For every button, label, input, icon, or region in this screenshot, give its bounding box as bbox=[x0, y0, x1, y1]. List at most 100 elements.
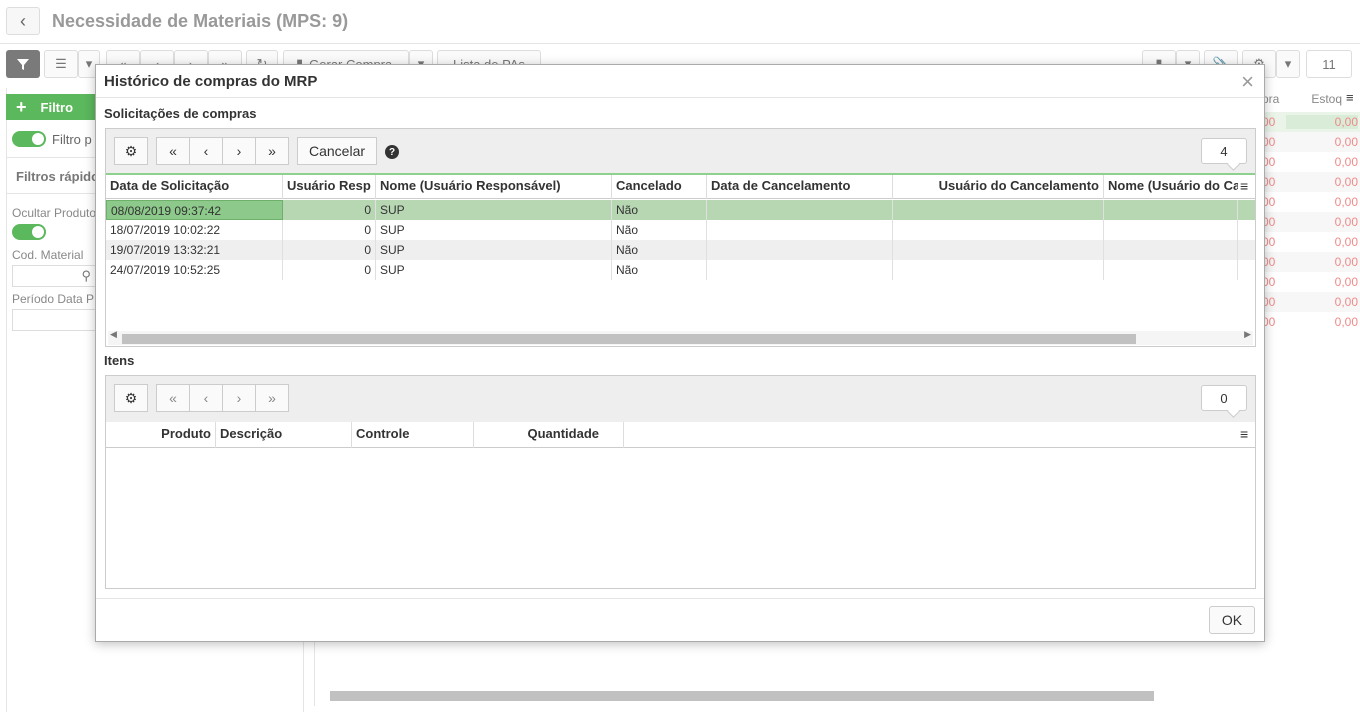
table-cell bbox=[893, 220, 1104, 240]
ok-button[interactable]: OK bbox=[1209, 606, 1255, 634]
col-data-solicitacao[interactable]: Data de Solicitação bbox=[106, 175, 283, 199]
scroll-right-icon[interactable]: ▶ bbox=[1244, 329, 1251, 340]
grid-col-compra: pra bbox=[1262, 92, 1280, 106]
page-title: Necessidade de Materiais (MPS: 9) bbox=[52, 11, 349, 31]
items-last-button[interactable]: » bbox=[255, 384, 289, 412]
table-cell bbox=[1104, 220, 1238, 240]
items-first-button[interactable]: « bbox=[156, 384, 190, 412]
items-prev-button[interactable]: ‹ bbox=[189, 384, 223, 412]
requests-grid-panel: ⚙ « ‹ › » Cancelar ? 4 Data de Solicitaç… bbox=[105, 128, 1256, 347]
items-settings-button[interactable]: ⚙ bbox=[114, 384, 148, 412]
grid-cell: 00 bbox=[1262, 235, 1276, 249]
items-next-button[interactable]: › bbox=[222, 384, 256, 412]
chevron-right-icon: › bbox=[236, 390, 242, 406]
filter-switch[interactable] bbox=[12, 131, 46, 147]
filter-switch-label: Filtro p bbox=[52, 131, 92, 147]
col-produto[interactable]: Produto bbox=[106, 422, 216, 448]
grid-cell: 00 bbox=[1262, 315, 1276, 329]
items-count: 0 bbox=[1220, 390, 1228, 406]
cod-material-input[interactable]: ⚲ bbox=[12, 265, 96, 287]
periodo-input[interactable] bbox=[12, 309, 96, 331]
col-quantidade[interactable]: Quantidade bbox=[474, 422, 624, 448]
settings-dropdown[interactable]: ▾ bbox=[1276, 50, 1300, 78]
hide-products-toggle[interactable] bbox=[12, 224, 46, 240]
table-cell bbox=[707, 220, 893, 240]
table-row[interactable]: 08/08/2019 09:37:42 0 SUP Não bbox=[106, 200, 1255, 220]
plus-icon: + bbox=[16, 96, 27, 117]
grid-cell: 00 bbox=[1262, 155, 1276, 169]
requests-first-button[interactable]: « bbox=[156, 137, 190, 165]
table-cell: 08/08/2019 09:37:42 bbox=[106, 200, 283, 220]
col-cancelado[interactable]: Cancelado bbox=[612, 175, 707, 199]
requests-settings-button[interactable]: ⚙ bbox=[114, 137, 148, 165]
table-cell bbox=[1104, 260, 1238, 280]
grid-cell: 0,00 bbox=[1334, 235, 1358, 249]
help-icon[interactable]: ? bbox=[385, 145, 399, 159]
table-cell: Não bbox=[612, 200, 707, 220]
table-cell: Não bbox=[612, 260, 707, 280]
col-controle[interactable]: Controle bbox=[352, 422, 474, 448]
periodo-label: Período Data P bbox=[12, 292, 95, 306]
background-grid-row: 00 0,00 bbox=[1262, 232, 1360, 252]
grid-cell: 0,00 bbox=[1334, 135, 1358, 149]
scroll-left-icon[interactable]: ◀ bbox=[110, 329, 117, 340]
record-count-badge: 11 bbox=[1306, 50, 1352, 78]
close-button[interactable]: × bbox=[1241, 69, 1254, 95]
grid-col-estoque: Estoq bbox=[1311, 92, 1342, 106]
col-usuario-responsavel[interactable]: Usuário Resp bbox=[283, 175, 376, 199]
col-data-cancelamento[interactable]: Data de Cancelamento bbox=[707, 175, 893, 199]
background-grid-row: 00 0,00 bbox=[1262, 272, 1360, 292]
requests-count: 4 bbox=[1220, 143, 1228, 159]
requests-section-title: Solicitações de compras bbox=[104, 106, 257, 121]
table-cell bbox=[1104, 240, 1238, 260]
add-filter-button[interactable]: + Filtro bbox=[6, 94, 96, 120]
table-cell: 19/07/2019 13:32:21 bbox=[106, 240, 283, 260]
grid-cell: 0,00 bbox=[1286, 115, 1358, 129]
grid-cell: 0,00 bbox=[1334, 295, 1358, 309]
requests-last-button[interactable]: » bbox=[255, 137, 289, 165]
grid-cell: 0,00 bbox=[1334, 255, 1358, 269]
col-nome-usuario-responsavel[interactable]: Nome (Usuário Responsável) bbox=[376, 175, 612, 199]
table-row[interactable]: 18/07/2019 10:02:22 0 SUP Não bbox=[106, 220, 1255, 240]
col-usuario-cancelamento[interactable]: Usuário do Cancelamento bbox=[893, 175, 1104, 199]
double-chevron-right-icon: » bbox=[268, 390, 276, 406]
items-count-badge: 0 bbox=[1201, 385, 1247, 411]
column-menu-icon[interactable]: ≡ bbox=[1240, 426, 1248, 442]
items-grid-panel: ⚙ « ‹ › » 0 Produto Descrição Controle Q… bbox=[105, 375, 1256, 589]
dialog-title: Histórico de compras do MRP bbox=[104, 73, 318, 90]
hide-products-switch[interactable] bbox=[12, 224, 46, 243]
grid-cell: 0,00 bbox=[1334, 215, 1358, 229]
double-chevron-left-icon: « bbox=[169, 143, 177, 159]
scroll-thumb[interactable] bbox=[330, 691, 1154, 701]
scroll-thumb[interactable] bbox=[122, 334, 1136, 344]
requests-horizontal-scrollbar[interactable]: ◀ ▶ bbox=[108, 329, 1253, 345]
background-grid-row: 00 0,00 bbox=[1262, 112, 1360, 132]
cancel-button[interactable]: Cancelar bbox=[297, 137, 377, 165]
back-button[interactable]: ‹ bbox=[6, 7, 40, 35]
col-descricao[interactable]: Descrição bbox=[216, 422, 352, 448]
table-cell bbox=[1104, 200, 1238, 220]
grid-cell: 0,00 bbox=[1334, 275, 1358, 289]
table-cell: SUP bbox=[376, 260, 612, 280]
table-cell bbox=[893, 260, 1104, 280]
background-horizontal-scrollbar[interactable] bbox=[318, 688, 1358, 704]
grid-cell: 00 bbox=[1262, 295, 1276, 309]
grid-menu-icon[interactable]: ≡ bbox=[1346, 90, 1354, 105]
list-view-button[interactable]: ☰ bbox=[44, 50, 78, 78]
grid-cell: 0,00 bbox=[1334, 175, 1358, 189]
column-menu-icon[interactable]: ≡ bbox=[1240, 178, 1248, 194]
table-row[interactable]: 19/07/2019 13:32:21 0 SUP Não bbox=[106, 240, 1255, 260]
filter-toggle-button[interactable] bbox=[6, 50, 40, 78]
table-cell bbox=[707, 200, 893, 220]
table-cell: 18/07/2019 10:02:22 bbox=[106, 220, 283, 240]
requests-prev-button[interactable]: ‹ bbox=[189, 137, 223, 165]
grid-cell: 0,00 bbox=[1334, 315, 1358, 329]
background-grid-row: 00 0,00 bbox=[1262, 312, 1360, 332]
grid-cell: 00 bbox=[1262, 195, 1276, 209]
table-cell bbox=[893, 200, 1104, 220]
requests-next-button[interactable]: › bbox=[222, 137, 256, 165]
grid-cell: 00 bbox=[1262, 275, 1276, 289]
table-row[interactable]: 24/07/2019 10:52:25 0 SUP Não bbox=[106, 260, 1255, 280]
table-cell bbox=[707, 240, 893, 260]
col-nome-usuario-cancelamento[interactable]: Nome (Usuário do Ca bbox=[1104, 175, 1238, 199]
